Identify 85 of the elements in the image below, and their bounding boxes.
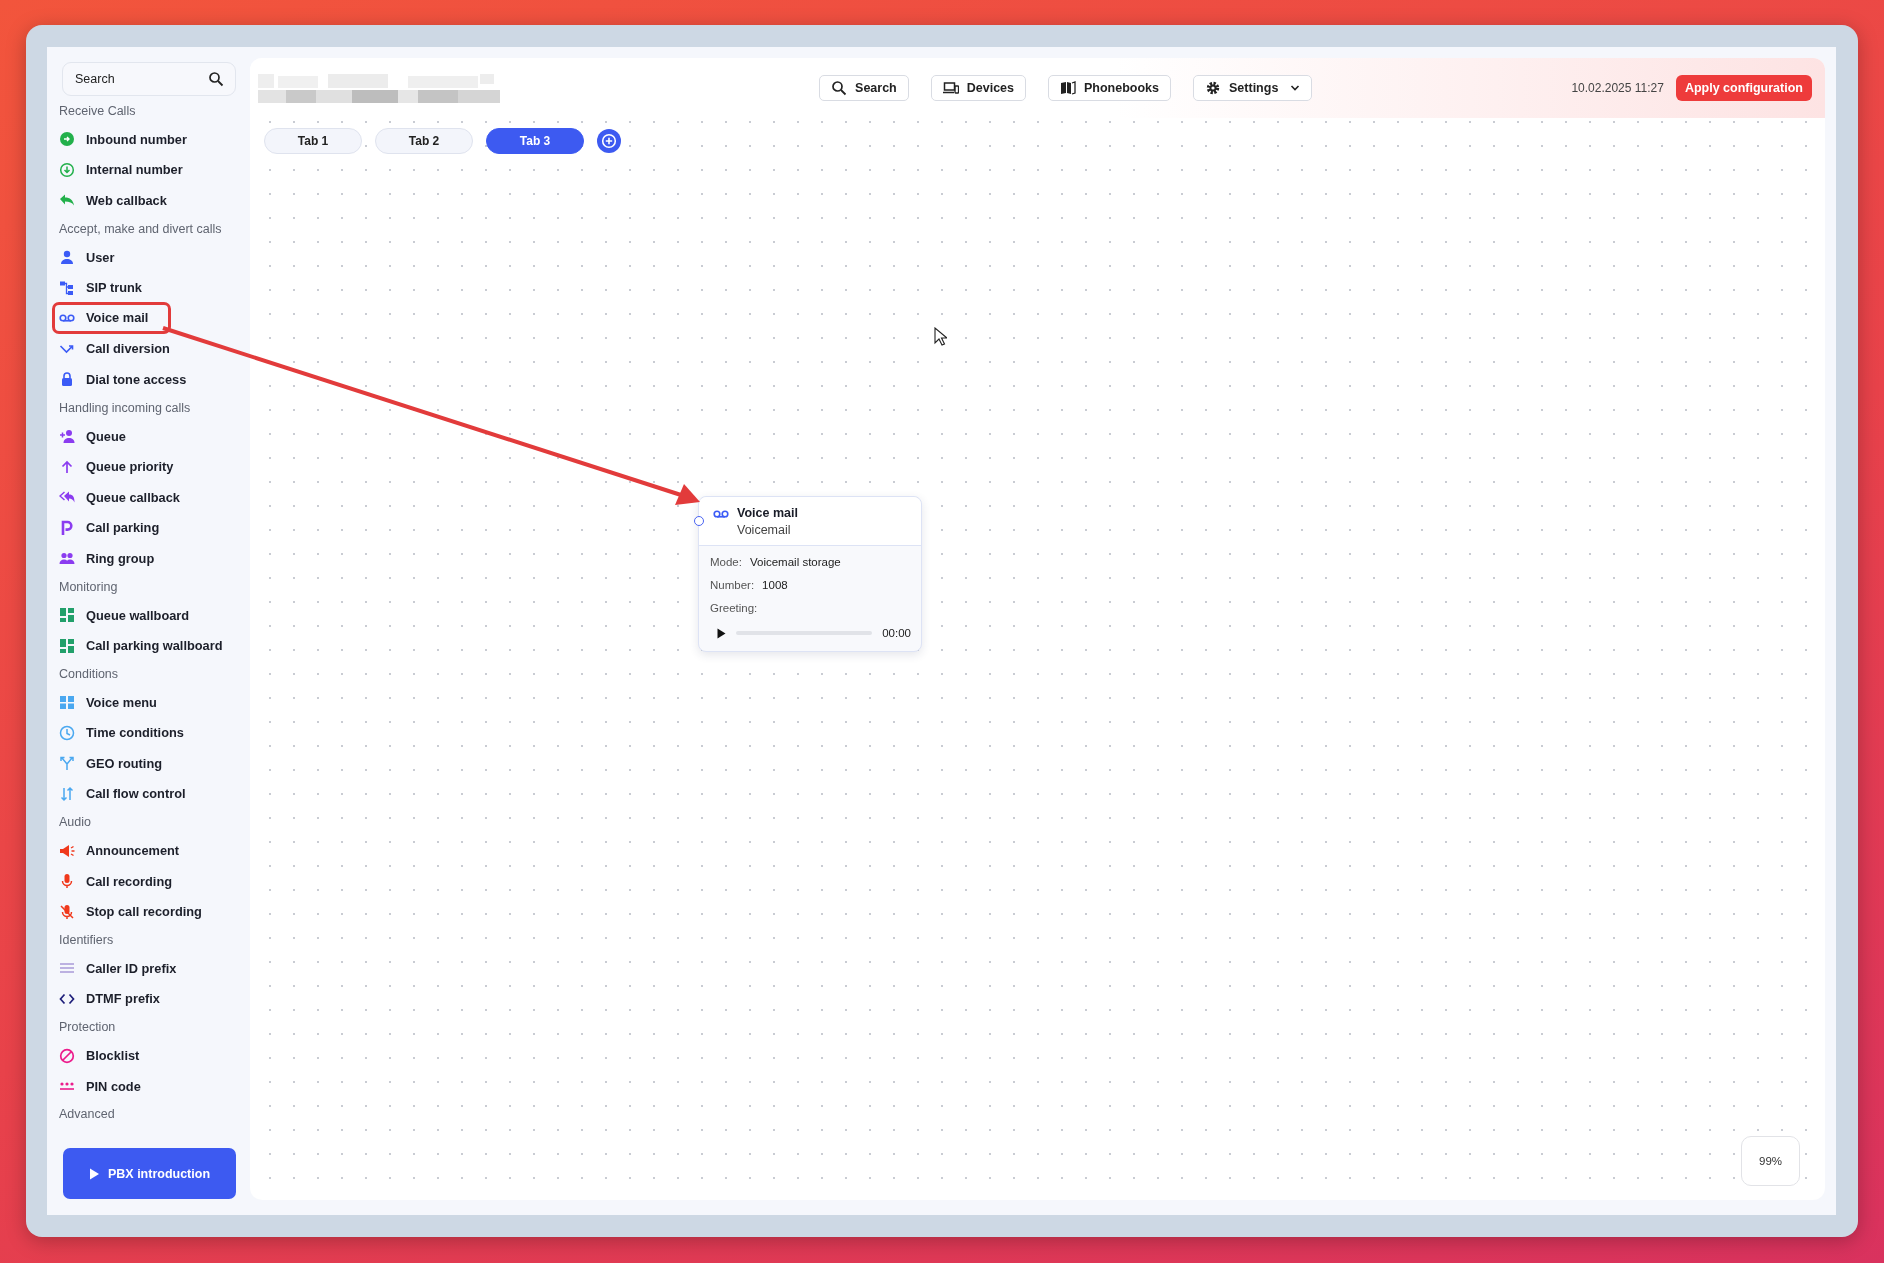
field-label: Greeting: [710,602,758,614]
swap-arrows-icon [59,786,75,802]
section-heading: Monitoring [58,578,119,596]
field-label: Number: [710,579,755,591]
plus-circle-icon [601,133,617,149]
sidebar-item[interactable]: Internal number [59,154,183,186]
section-heading: Audio [58,814,92,832]
add-tab-button[interactable] [597,129,621,153]
section-heading: Identifiers [58,932,115,950]
search-field[interactable]: Search [62,62,236,96]
apply-button[interactable]: Apply configuration [1675,75,1812,101]
sidebar-item[interactable]: Call parking wallboard [59,630,223,661]
search-icon [208,71,224,87]
datetime-text: 10.02.2025 11:27 [1571,81,1664,95]
add-person-icon [59,428,75,445]
intro-button[interactable]: PBX introduction [63,1148,236,1199]
tab[interactable]: Tab 2 [375,128,473,154]
dashboard-icon [59,607,75,623]
sidebar-item[interactable]: PIN code [59,1070,141,1102]
download-circle-icon [59,161,75,178]
sidebar-item[interactable]: Inbound number [59,124,187,155]
section-heading: Accept, make and divert calls [58,220,223,238]
dashboard-icon [59,637,75,654]
toolbar-button[interactable]: Phonebooks [1048,75,1172,101]
sidebar-item[interactable]: Call recording [59,865,173,897]
toolbar-button[interactable]: Search [819,75,909,101]
zoom-level[interactable]: 99% [1741,1136,1800,1186]
tree-icon [59,279,75,296]
node-title: Voice mail [737,506,798,520]
clock-icon [59,724,75,741]
field-value: 1008 [762,579,788,591]
sidebar-item[interactable]: Announcement [59,835,180,866]
people-icon [59,550,75,567]
sidebar-item[interactable]: Queue callback [59,481,180,513]
person-icon [59,249,75,266]
up-arrow-icon [59,458,75,475]
toolbar-button[interactable]: Settings [1193,75,1313,101]
sidebar-item[interactable]: Stop call recording [59,896,202,928]
search-icon [831,80,848,96]
sidebar-item[interactable]: Queue wallboard [59,599,190,631]
arrow-circle-icon [59,131,75,148]
sidebar-item[interactable]: Time conditions [59,717,184,749]
field-value: Voicemail storage [749,556,841,568]
microphone-icon [59,873,75,890]
play-button[interactable] [717,627,726,639]
node-subtitle: Voicemail [737,523,792,537]
sidebar-item[interactable]: DTMF prefix [59,983,160,1015]
sidebar-item[interactable]: Web callback [59,185,167,216]
sidebar-item[interactable]: SIP trunk [59,272,142,303]
sidebar-item[interactable]: Call parking [59,512,160,544]
block-icon [59,1047,75,1064]
section-heading: Advanced [58,1106,116,1124]
chevron-down-icon [1290,84,1301,92]
audio-time: 00:00 [882,627,911,639]
book-icon [1060,80,1076,96]
tab[interactable]: Tab 3 [486,128,584,154]
section-heading: Protection [58,1019,117,1037]
tab[interactable]: Tab 1 [264,128,362,154]
play-icon [88,1167,100,1180]
megaphone-icon [59,842,75,859]
sidebar-item[interactable]: Ring group [59,543,155,574]
sidebar-item[interactable]: Dial tone access [59,364,187,395]
sidebar-item[interactable]: Queue [59,420,126,452]
laptop-phone-icon [942,80,959,96]
fork-arrow-icon [59,755,75,772]
sidebar-item[interactable]: Caller ID prefix [59,953,177,984]
field-label: Mode: [710,556,742,568]
grid-icon [59,694,75,711]
section-heading: Conditions [58,665,120,683]
section-heading: Handling incoming calls [58,399,192,417]
section-heading: Receive Calls [58,103,137,120]
sidebar-item[interactable]: Call diversion [59,333,170,365]
sidebar-item[interactable]: Call flow control [59,778,186,810]
sidebar-item[interactable]: Queue priority [59,451,174,482]
gear-icon [1205,80,1222,96]
parking-icon [59,519,75,536]
mouse-pointer-icon [934,327,947,346]
lock-icon [59,371,75,388]
sidebar-item[interactable]: User [59,241,115,273]
toolbar-button[interactable]: Devices [930,75,1026,101]
sidebar-item[interactable]: Voice mail [55,304,169,331]
sidebar-item[interactable]: Voice menu [59,686,157,718]
muted-microphone-icon [59,903,75,920]
sidebar-item[interactable]: GEO routing [59,748,163,779]
sidebar-item[interactable]: Blocklist [59,1040,140,1071]
